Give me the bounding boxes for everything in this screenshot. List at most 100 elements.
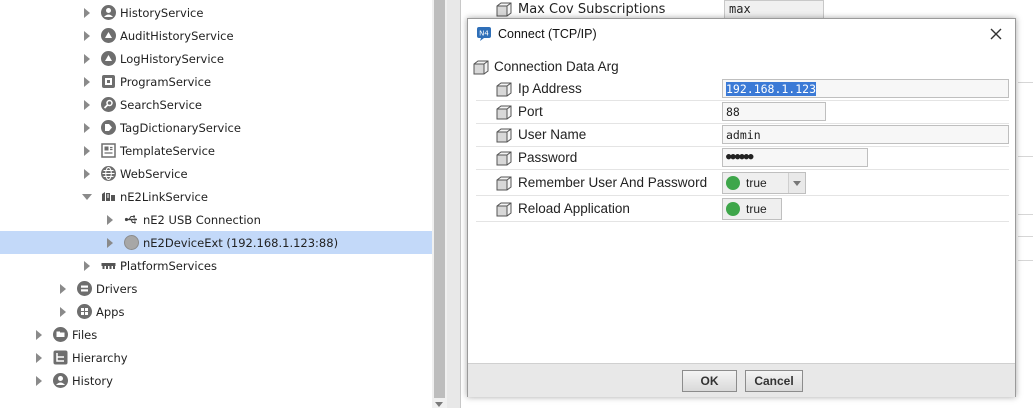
tree-item-label: ProgramService <box>120 74 212 89</box>
property-value[interactable]: max <box>724 0 824 19</box>
tree-item-hierarchy[interactable]: Hierarchy <box>0 346 432 369</box>
ip-address-value: 192.168.1.123 <box>726 82 817 96</box>
tree-item-label: History <box>72 373 113 388</box>
dialog-titlebar[interactable]: N4 Connect (TCP/IP) <box>468 19 1015 50</box>
close-icon[interactable] <box>985 23 1007 45</box>
property-label: Port <box>518 104 543 119</box>
expand-arrow-icon[interactable] <box>82 70 92 93</box>
section-row-connection-data-arg[interactable]: Connection Data Arg <box>471 56 1004 79</box>
property-cube-icon <box>496 82 512 100</box>
property-label: Reload Application <box>518 201 630 216</box>
expand-arrow-icon[interactable] <box>82 93 92 116</box>
tree-item-label: HistoryService <box>120 5 204 20</box>
tree-scrollbar[interactable] <box>432 0 447 408</box>
tree-item-history-service[interactable]: HistoryService <box>0 1 432 24</box>
expand-arrow-icon[interactable] <box>58 277 68 300</box>
toggle-value: true <box>746 202 767 216</box>
property-row-ip-address: Ip Address 192.168.1.123 <box>476 78 1009 101</box>
password-field[interactable]: ●●●●●● <box>722 148 868 167</box>
tree-item-template-service[interactable]: TemplateService <box>0 139 432 162</box>
program-service-icon <box>100 74 116 90</box>
device-icon <box>123 235 139 251</box>
usb-icon <box>123 212 139 228</box>
property-cube-icon <box>496 176 512 194</box>
reload-toggle[interactable]: true <box>722 198 782 220</box>
tree-item-search-service[interactable]: SearchService <box>0 93 432 116</box>
connect-dialog: N4 Connect (TCP/IP) Connection Data Arg … <box>467 18 1016 397</box>
property-row-user-name: User Name admin <box>476 124 1009 147</box>
property-row-remember: Remember User And Password true <box>476 170 1009 196</box>
dialog-footer: OK Cancel <box>468 363 1015 397</box>
scroll-down-icon[interactable] <box>435 402 443 407</box>
ip-address-field[interactable]: 192.168.1.123 <box>722 79 1009 98</box>
expand-arrow-icon[interactable] <box>105 208 115 231</box>
tree-item-files[interactable]: Files <box>0 323 432 346</box>
apps-icon <box>76 304 92 320</box>
background-property-row: Max Cov Subscriptions max <box>493 0 833 20</box>
expand-arrow-icon[interactable] <box>34 346 44 369</box>
tree-item-tag-dictionary-service[interactable]: TagDictionaryService <box>0 116 432 139</box>
tree-item-platform-services[interactable]: PlatformServices <box>0 254 432 277</box>
template-service-icon <box>100 143 116 159</box>
expand-arrow-icon[interactable] <box>82 139 92 162</box>
files-icon <box>52 327 68 343</box>
property-cube-icon <box>496 105 512 123</box>
tree-item-label: LogHistoryService <box>120 51 224 66</box>
expand-arrow-icon[interactable] <box>82 47 92 70</box>
history-icon <box>52 373 68 389</box>
sheet-row-divider <box>1018 156 1033 157</box>
tree-item-label: AuditHistoryService <box>120 28 234 43</box>
sheet-row-divider <box>1018 260 1033 261</box>
tree-item-ne2-device-ext[interactable]: nE2DeviceExt (192.168.1.123:88) <box>0 231 432 254</box>
tree-item-label: nE2DeviceExt (192.168.1.123:88) <box>143 235 339 250</box>
tree-item-log-history-service[interactable]: LogHistoryService <box>0 47 432 70</box>
property-cube-icon <box>496 151 512 169</box>
tree-item-audit-history-service[interactable]: AuditHistoryService <box>0 24 432 47</box>
true-indicator-icon <box>726 202 740 216</box>
tree-item-label: SearchService <box>120 97 203 112</box>
section-label: Connection Data Arg <box>494 59 619 74</box>
tag-dictionary-service-icon <box>100 120 116 136</box>
tree-item-apps[interactable]: Apps <box>0 300 432 323</box>
remember-dropdown[interactable]: true <box>722 172 806 194</box>
tree-item-history[interactable]: History <box>0 369 432 392</box>
expand-arrow-icon[interactable] <box>82 254 92 277</box>
collapse-arrow-icon[interactable] <box>82 185 92 208</box>
property-row-reload: Reload Application true <box>476 196 1009 222</box>
expand-arrow-icon[interactable] <box>82 116 92 139</box>
dialog-title: Connect (TCP/IP) <box>498 27 597 41</box>
tree-item-ne2-usb-connection[interactable]: nE2 USB Connection <box>0 208 432 231</box>
user-name-field[interactable]: admin <box>722 125 1009 144</box>
expand-arrow-icon[interactable] <box>105 231 115 254</box>
expand-arrow-icon[interactable] <box>82 24 92 47</box>
tree-item-drivers[interactable]: Drivers <box>0 277 432 300</box>
sheet-row-divider <box>1018 82 1033 83</box>
tree-item-label: nE2LinkService <box>120 189 208 204</box>
expand-arrow-icon[interactable] <box>34 369 44 392</box>
tree-item-web-service[interactable]: WebService <box>0 162 432 185</box>
property-label: Ip Address <box>518 81 582 96</box>
pane-splitter[interactable] <box>447 0 460 408</box>
expand-arrow-icon[interactable] <box>34 323 44 346</box>
nav-tree: HistoryService AuditHistoryService LogHi… <box>0 0 432 408</box>
property-label: Remember User And Password <box>518 175 708 190</box>
ok-button[interactable]: OK <box>682 370 737 392</box>
tree-item-label: Drivers <box>96 281 138 296</box>
expand-arrow-icon[interactable] <box>82 162 92 185</box>
web-service-icon <box>100 166 116 182</box>
tree-item-label: Hierarchy <box>72 350 128 365</box>
platform-services-icon <box>100 258 116 274</box>
app-icon: N4 <box>477 27 491 41</box>
chevron-down-icon[interactable] <box>788 173 805 193</box>
expand-arrow-icon[interactable] <box>82 1 92 24</box>
property-row-port: Port 88 <box>476 101 1009 124</box>
tree-item-ne2-link-service[interactable]: nE2LinkService <box>0 185 432 208</box>
expand-arrow-icon[interactable] <box>58 300 68 323</box>
property-row-password: Password ●●●●●● <box>476 147 1009 170</box>
dropdown-value: true <box>746 176 767 190</box>
cancel-button[interactable]: Cancel <box>745 370 803 392</box>
history-service-icon <box>100 5 116 21</box>
tree-item-program-service[interactable]: ProgramService <box>0 70 432 93</box>
port-field[interactable]: 88 <box>722 102 826 121</box>
scrollbar-thumb[interactable] <box>434 0 445 398</box>
